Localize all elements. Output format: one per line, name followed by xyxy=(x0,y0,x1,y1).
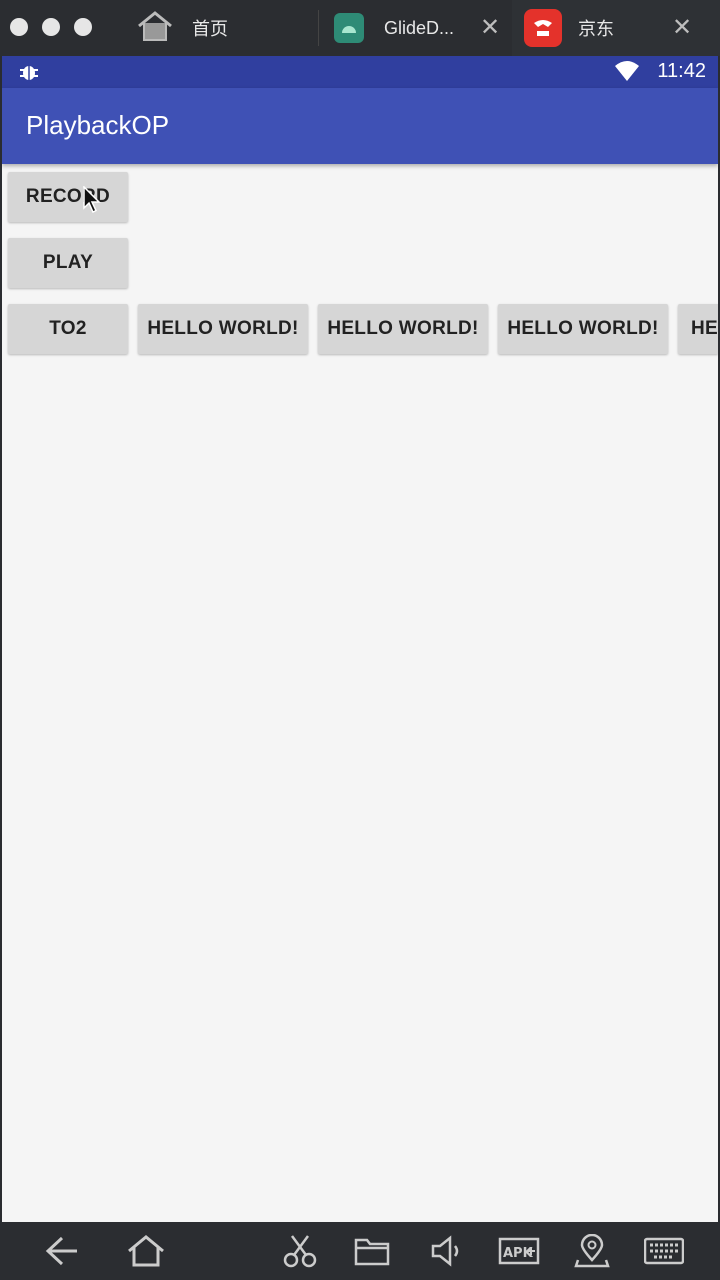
home-icon[interactable] xyxy=(126,1234,166,1268)
emulator-toolbar: APK xyxy=(0,1222,720,1280)
hello-world-button[interactable]: HELLO WORLD! xyxy=(498,304,668,354)
window-close-dot[interactable] xyxy=(10,18,28,36)
emulator-tab-bar: 首页 GlideD... ✕ 京东 ✕ xyxy=(0,0,720,56)
to2-button[interactable]: TO2 xyxy=(8,304,128,354)
tab-glide[interactable]: GlideD... ✕ xyxy=(334,0,510,56)
app-bar: PlaybackOP xyxy=(2,88,718,164)
hello-world-button[interactable]: HELLO WORLD! xyxy=(318,304,488,354)
wifi-icon xyxy=(614,60,640,87)
record-button[interactable]: RECORD xyxy=(8,172,128,222)
window-minimize-dot[interactable] xyxy=(42,18,60,36)
debug-bug-icon xyxy=(18,62,40,87)
status-bar: 11:42 xyxy=(2,56,718,88)
scissors-icon[interactable] xyxy=(282,1234,318,1268)
keyboard-icon[interactable] xyxy=(643,1234,685,1268)
tab-home[interactable]: 首页 xyxy=(136,0,316,56)
status-time: 11:42 xyxy=(657,60,706,82)
tab-home-label: 首页 xyxy=(192,19,228,39)
apk-label: APK xyxy=(503,1246,534,1261)
hello-world-button[interactable]: HELLO WORLD! xyxy=(678,304,718,354)
app-title: PlaybackOP xyxy=(26,110,170,140)
tab-jd-label: 京东 xyxy=(578,19,614,39)
device-screen: 11:42 PlaybackOP RECORD PLAY TO2 HELLO W… xyxy=(2,56,718,1222)
volume-icon[interactable] xyxy=(430,1234,466,1268)
jd-app-icon xyxy=(524,9,562,47)
tab-glide-close-icon[interactable]: ✕ xyxy=(480,14,500,42)
tab-jd-close-icon[interactable]: ✕ xyxy=(672,14,692,42)
tab-divider xyxy=(318,10,319,46)
tab-glide-label: GlideD... xyxy=(384,17,455,38)
back-icon[interactable] xyxy=(44,1234,80,1268)
tab-jd[interactable]: 京东 ✕ xyxy=(512,0,720,56)
apk-install-icon[interactable]: APK xyxy=(498,1234,540,1268)
hello-world-button[interactable]: HELLO WORLD! xyxy=(138,304,308,354)
folder-icon[interactable] xyxy=(354,1234,390,1268)
window-zoom-dot[interactable] xyxy=(74,18,92,36)
play-button[interactable]: PLAY xyxy=(8,238,128,288)
mouse-pointer-icon xyxy=(82,185,102,219)
home-icon xyxy=(136,10,174,47)
android-icon xyxy=(334,13,364,43)
location-icon[interactable] xyxy=(574,1233,610,1268)
